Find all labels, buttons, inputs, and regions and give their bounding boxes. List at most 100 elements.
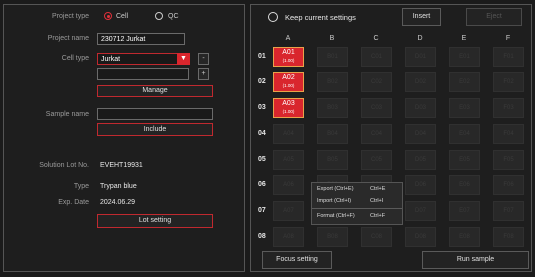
well-a05[interactable]: A05 xyxy=(273,150,304,170)
remove-cell-type-button[interactable]: - xyxy=(198,53,209,65)
well-e02[interactable]: E02 xyxy=(449,72,480,92)
well-d08[interactable]: D08 xyxy=(405,227,436,247)
well-b04[interactable]: B04 xyxy=(317,124,348,144)
well-d04[interactable]: D04 xyxy=(405,124,436,144)
well-f08[interactable]: F08 xyxy=(493,227,524,247)
well-a07[interactable]: A07 xyxy=(273,201,304,221)
well-f04[interactable]: F04 xyxy=(493,124,524,144)
well-d01[interactable]: D01 xyxy=(405,47,436,67)
well-f06[interactable]: F06 xyxy=(493,175,524,195)
context-menu-format[interactable]: Format (Ctrl+F) Ctrl+F xyxy=(312,210,402,222)
well-id: A01 xyxy=(282,49,295,56)
include-button[interactable]: Include xyxy=(97,123,213,136)
well-f07[interactable]: F07 xyxy=(493,201,524,221)
format-shortcut: Ctrl+F xyxy=(370,213,386,219)
well-b05[interactable]: B05 xyxy=(317,150,348,170)
well-value: (1.00) xyxy=(282,109,295,114)
solution-lot-label: Solution Lot No. xyxy=(39,162,89,169)
row-header: 04 xyxy=(258,130,266,137)
project-type-label: Project type xyxy=(52,13,89,20)
well-f02[interactable]: F02 xyxy=(493,72,524,92)
radio-qc[interactable] xyxy=(155,12,163,20)
row-header: 07 xyxy=(258,207,266,214)
context-menu-import[interactable]: Import (Ctrl+I) Ctrl+I xyxy=(312,195,402,207)
well-id: A03 xyxy=(282,100,295,107)
focus-setting-button[interactable]: Focus setting xyxy=(262,251,332,269)
well-d07[interactable]: D07 xyxy=(405,201,436,221)
well-a03[interactable]: A03 (1.00) xyxy=(273,98,304,118)
manage-button[interactable]: Manage xyxy=(97,85,213,97)
cell-type-label: Cell type xyxy=(61,55,89,62)
context-menu-divider xyxy=(312,208,402,209)
well-d03[interactable]: D03 xyxy=(405,98,436,118)
well-b02[interactable]: B02 xyxy=(317,72,348,92)
well-f05[interactable]: F05 xyxy=(493,150,524,170)
well-a01[interactable]: A01 (1.00) xyxy=(273,47,304,67)
well-f01[interactable]: F01 xyxy=(493,47,524,67)
context-menu-export[interactable]: Export (Ctrl+E) Ctrl+E xyxy=(312,183,402,195)
well-a04[interactable]: A04 xyxy=(273,124,304,144)
well-id: A02 xyxy=(282,74,295,81)
well-a06[interactable]: A06 xyxy=(273,175,304,195)
well-c08[interactable]: C08 xyxy=(361,227,392,247)
radio-cell-label[interactable]: Cell xyxy=(116,13,128,20)
export-label: Export (Ctrl+E) xyxy=(317,186,354,192)
well-e07[interactable]: E07 xyxy=(449,201,480,221)
cell-type-new-input[interactable] xyxy=(97,68,189,80)
exp-date-label: Exp. Date xyxy=(58,199,89,206)
well-value: (1.00) xyxy=(282,83,295,88)
well-c05[interactable]: C05 xyxy=(361,150,392,170)
run-sample-button[interactable]: Run sample xyxy=(422,251,529,269)
project-name-label: Project name xyxy=(47,35,89,42)
column-header: C xyxy=(373,35,379,42)
solution-type-label: Type xyxy=(73,183,89,190)
well-d02[interactable]: D02 xyxy=(405,72,436,92)
row-header: 03 xyxy=(258,104,266,111)
well-c02[interactable]: C02 xyxy=(361,72,392,92)
well-e01[interactable]: E01 xyxy=(449,47,480,67)
context-menu: Export (Ctrl+E) Ctrl+E Import (Ctrl+I) C… xyxy=(311,182,403,225)
well-b08[interactable]: B08 xyxy=(317,227,348,247)
well-c04[interactable]: C04 xyxy=(361,124,392,144)
add-cell-type-button[interactable]: + xyxy=(198,68,209,80)
well-e03[interactable]: E03 xyxy=(449,98,480,118)
well-e05[interactable]: E05 xyxy=(449,150,480,170)
well-a02[interactable]: A02 (1.00) xyxy=(273,72,304,92)
export-shortcut: Ctrl+E xyxy=(370,186,386,192)
well-d06[interactable]: D06 xyxy=(405,175,436,195)
keep-settings-label[interactable]: Keep current settings xyxy=(285,13,356,22)
exp-date-value: 2024.06.29 xyxy=(100,199,136,206)
dropdown-arrow-icon[interactable]: ▼ xyxy=(177,53,190,65)
well-e04[interactable]: E04 xyxy=(449,124,480,144)
row-header: 02 xyxy=(258,78,266,85)
well-c01[interactable]: C01 xyxy=(361,47,392,67)
well-e08[interactable]: E08 xyxy=(449,227,480,247)
radio-qc-label[interactable]: QC xyxy=(168,13,179,20)
import-label: Import (Ctrl+I) xyxy=(317,198,352,204)
radio-cell[interactable] xyxy=(104,12,112,20)
format-label: Format (Ctrl+F) xyxy=(317,213,355,219)
well-b03[interactable]: B03 xyxy=(317,98,348,118)
project-name-input[interactable]: 230712 Jurkat xyxy=(97,33,185,45)
column-header: F xyxy=(505,35,511,42)
well-b01[interactable]: B01 xyxy=(317,47,348,67)
keep-settings-radio[interactable] xyxy=(268,12,278,22)
row-header: 05 xyxy=(258,156,266,163)
well-d05[interactable]: D05 xyxy=(405,150,436,170)
column-header: E xyxy=(461,35,467,42)
eject-button[interactable]: Eject xyxy=(466,8,522,26)
cell-type-value: Jurkat xyxy=(101,56,121,63)
cell-type-select[interactable]: Jurkat xyxy=(97,53,185,65)
well-e06[interactable]: E06 xyxy=(449,175,480,195)
sample-name-label: Sample name xyxy=(45,111,89,118)
row-header: 01 xyxy=(258,53,266,60)
lot-setting-button[interactable]: Lot setting xyxy=(97,214,213,228)
sample-name-input[interactable] xyxy=(97,108,213,120)
column-header: D xyxy=(417,35,423,42)
well-a08[interactable]: A08 xyxy=(273,227,304,247)
well-c03[interactable]: C03 xyxy=(361,98,392,118)
well-f03[interactable]: F03 xyxy=(493,98,524,118)
insert-button[interactable]: Insert xyxy=(402,8,441,26)
solution-lot-value: EVEHT19931 xyxy=(100,162,143,169)
column-header: B xyxy=(329,35,335,42)
